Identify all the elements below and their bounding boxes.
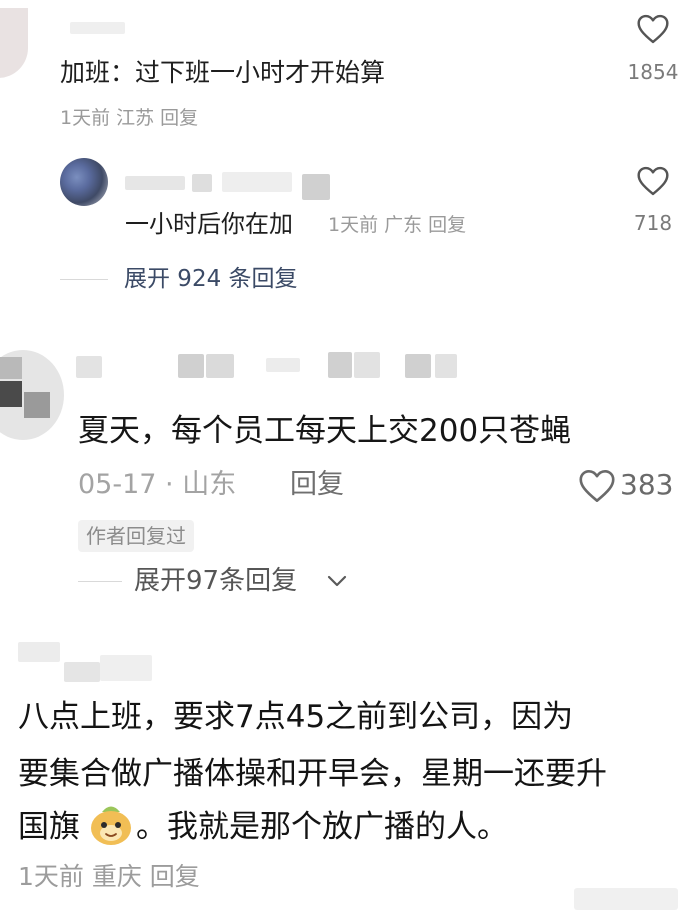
username-blurred: [302, 174, 330, 200]
expand-replies-link[interactable]: 展开97条回复: [134, 563, 297, 599]
username-blurred[interactable]: [18, 642, 60, 662]
comment-text: 加班：过下班一小时才开始算: [60, 58, 386, 87]
username-blurred[interactable]: [70, 22, 125, 34]
reply-text: 一小时后你在加: [125, 210, 293, 238]
like-count: 718: [633, 211, 673, 235]
comment-text-line: 国旗: [18, 809, 80, 845]
heart-outline-icon[interactable]: [636, 166, 670, 196]
username-blurred[interactable]: [125, 176, 185, 190]
author-replied-badge: 作者回复过: [78, 520, 194, 552]
avatar-tile: [0, 381, 22, 407]
avatar[interactable]: [0, 8, 28, 78]
reply-meta: 1天前 广东 回复: [328, 214, 467, 236]
username-blurred: [100, 655, 152, 681]
comment-date-location: 05-17 · 山东: [78, 469, 237, 500]
avatar-tile: [24, 392, 50, 418]
username-blurred: [178, 354, 204, 378]
heart-outline-icon[interactable]: [578, 469, 616, 503]
chevron-down-icon[interactable]: [326, 572, 348, 594]
expand-replies-link[interactable]: 展开 924 条回复: [124, 263, 298, 295]
like-count: 383: [620, 468, 674, 501]
username-blurred: [206, 354, 234, 378]
avatar-tile: [0, 357, 22, 379]
username-blurred: [64, 662, 100, 682]
username-blurred[interactable]: [76, 356, 102, 378]
comment-meta: 1天前 江苏 回复: [60, 107, 199, 129]
username-blurred: [266, 358, 300, 372]
comment-text: 夏天，每个员工每天上交200只苍蝇: [78, 413, 572, 449]
avatar[interactable]: [60, 158, 108, 206]
heart-outline-icon[interactable]: [636, 14, 670, 44]
watermark: [574, 888, 678, 910]
comment-text-line: 八点上班，要求7点45之前到公司，因为: [18, 699, 574, 735]
username-blurred: [222, 172, 292, 192]
username-blurred: [192, 174, 212, 192]
cat-face-emoji-icon: [88, 802, 134, 850]
like-count: 1854: [627, 60, 679, 84]
username-blurred: [354, 352, 380, 378]
comment-text-line: 。我就是那个放广播的人。: [136, 809, 508, 845]
username-blurred: [328, 352, 352, 378]
username-blurred: [405, 354, 431, 378]
comment-text-line: 要集合做广播体操和开早会，星期一还要升: [18, 756, 607, 792]
reply-button[interactable]: 回复: [290, 466, 344, 504]
divider: [60, 279, 108, 280]
comment-meta: 1天前 重庆 回复: [18, 862, 200, 891]
divider: [78, 581, 122, 582]
username-blurred: [435, 354, 457, 378]
